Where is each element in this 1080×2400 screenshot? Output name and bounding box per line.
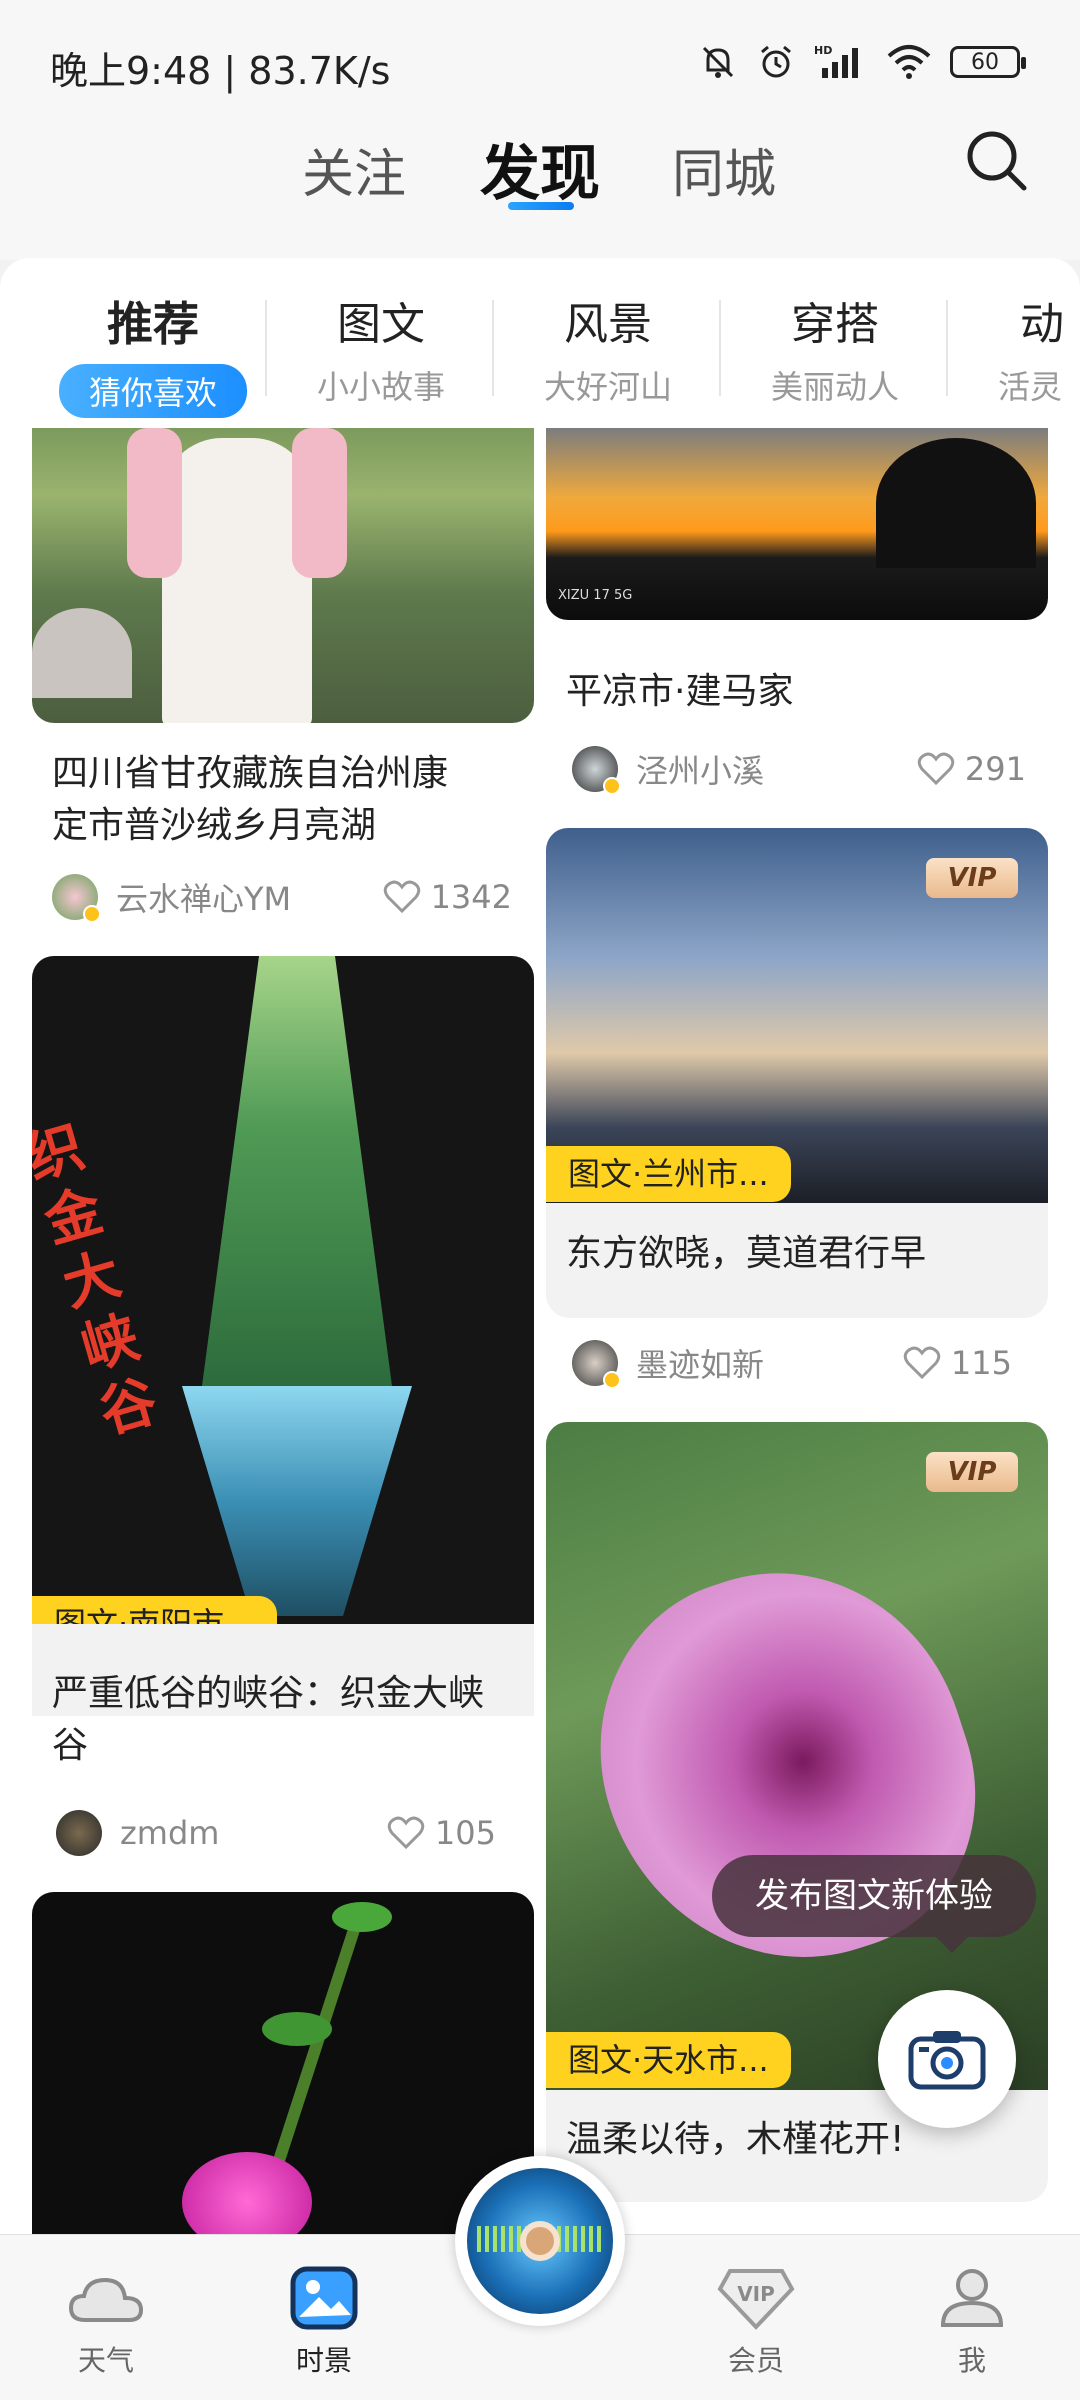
vip-badge: VIP	[926, 858, 1018, 898]
disc-center	[520, 2221, 560, 2261]
category-graphic[interactable]: 图文 小小故事	[268, 288, 494, 408]
dress-figure	[162, 438, 312, 723]
card-meta: 墨迹如新 115	[572, 1338, 1012, 1389]
canyon-opening	[202, 956, 392, 1386]
username[interactable]: 泾州小溪	[636, 746, 764, 792]
tab-discover[interactable]: 发现	[480, 125, 600, 212]
category-recommend[interactable]: 推荐 猜你喜欢	[40, 288, 266, 418]
disc-visual	[467, 2168, 613, 2314]
nav-scenery[interactable]: 时景	[254, 2263, 394, 2379]
feed-card[interactable]: XIZU 17 5G 平凉市·建马家 泾州小溪 291	[546, 428, 1048, 798]
nav-vip[interactable]: VIP 会员	[686, 2263, 826, 2379]
svg-text:HD: HD	[814, 44, 832, 57]
card-title: 平凉市·建马家	[566, 671, 794, 712]
avatar[interactable]	[572, 1340, 621, 1389]
rock	[32, 608, 132, 698]
signal-icon: HD	[814, 44, 858, 78]
tab-follow[interactable]: 关注	[302, 132, 406, 207]
feed-card[interactable]	[32, 1892, 534, 2240]
avatar[interactable]	[572, 746, 621, 795]
like-button[interactable]: 1342	[383, 878, 512, 916]
camera-button[interactable]	[878, 1990, 1016, 2128]
camera-icon	[908, 2031, 986, 2090]
top-tabs: 关注 发现 同城	[0, 120, 1080, 260]
card-tag: 图文·兰州市...	[546, 1146, 791, 1202]
category-scenery[interactable]: 风景 大好河山	[495, 288, 721, 408]
canyon-reflection	[182, 1386, 412, 1616]
card-meta: 泾州小溪 291	[572, 744, 1026, 795]
search-icon[interactable]	[962, 126, 1032, 196]
category-divider	[719, 300, 721, 396]
svg-text:VIP: VIP	[737, 2282, 775, 2306]
tab-local[interactable]: 同城	[672, 132, 776, 207]
card-image: 织金大峡谷 图文·南阳市...	[32, 956, 534, 1671]
heart-icon	[387, 1816, 425, 1850]
username[interactable]: 墨迹如新	[636, 1340, 764, 1386]
username[interactable]: zmdm	[120, 1814, 219, 1852]
scenery-icon	[284, 2263, 364, 2333]
card-title: 严重低谷的峡谷：织金大峡 谷	[52, 1673, 485, 1766]
image-caption: 织金大峡谷	[32, 1114, 165, 1447]
card-image: VIP 图文·天水市...	[546, 1422, 1048, 2090]
status-time: 晚上9:48 | 83.7K/s	[50, 49, 391, 93]
tab-underline	[508, 202, 574, 210]
category-divider	[492, 300, 494, 396]
photo-watermark: XIZU 17 5G	[558, 588, 633, 603]
category-divider	[946, 300, 948, 396]
category-more[interactable]: 动 活灵	[960, 288, 1080, 408]
category-divider	[265, 300, 267, 396]
nav-me[interactable]: 我	[902, 2263, 1042, 2379]
username[interactable]: 云水禅心YM	[116, 874, 291, 920]
avatar[interactable]	[52, 874, 101, 923]
card-title: 东方欲晓，莫道君行早	[566, 1233, 927, 1274]
feed: 四川省甘孜藏族自治州康 定市普沙绒乡月亮湖 云水禅心YM 1342 织金大峡谷 …	[0, 428, 1080, 2240]
status-bar: 晚上9:48 | 83.7K/s HD 60	[0, 0, 1080, 120]
pink-sleeve	[292, 428, 347, 578]
like-button[interactable]: 115	[903, 1344, 1012, 1382]
cloud-icon	[66, 2263, 146, 2333]
like-button[interactable]: 291	[917, 750, 1026, 788]
wifi-icon	[887, 45, 931, 79]
feed-card[interactable]: 四川省甘孜藏族自治州康 定市普沙绒乡月亮湖 云水禅心YM 1342	[32, 428, 534, 948]
battery-icon: 60	[950, 46, 1026, 78]
heart-icon	[903, 1346, 941, 1380]
card-image: XIZU 17 5G	[546, 428, 1048, 620]
card-image: VIP 图文·兰州市...	[546, 828, 1048, 1203]
card-meta: zmdm 105	[56, 1808, 496, 1858]
mute-bell-icon	[702, 46, 734, 78]
like-button[interactable]: 105	[387, 1814, 496, 1852]
status-icons: HD 60	[698, 42, 1026, 82]
feed-card[interactable]: VIP 图文·兰州市... 东方欲晓，莫道君行早	[546, 828, 1048, 1318]
card-title: 四川省甘孜藏族自治州康 定市普沙绒乡月亮湖	[52, 753, 449, 846]
heart-icon	[917, 752, 955, 786]
feed-card[interactable]: 织金大峡谷 图文·南阳市...	[32, 956, 534, 1716]
leaf	[262, 2012, 332, 2046]
publish-tooltip: 发布图文新体验	[712, 1855, 1036, 1953]
alarm-icon	[761, 45, 791, 78]
person-icon	[932, 2263, 1012, 2333]
vip-badge: VIP	[926, 1452, 1018, 1492]
vip-diamond-icon: VIP	[716, 2263, 796, 2333]
card-tag: 图文·天水市...	[546, 2032, 791, 2088]
leaf	[332, 1902, 392, 1932]
flower	[182, 2152, 312, 2240]
pink-sleeve	[127, 428, 182, 578]
tree-silhouette	[876, 438, 1036, 568]
card-image	[32, 428, 534, 723]
category-row: 推荐 猜你喜欢 图文 小小故事 风景 大好河山 穿搭 美丽动人 动 活灵	[0, 258, 1080, 428]
category-outfit[interactable]: 穿搭 美丽动人	[722, 288, 948, 408]
nav-weather[interactable]: 天气	[36, 2263, 176, 2379]
center-play-disc[interactable]	[455, 2156, 625, 2326]
card-meta: 云水禅心YM 1342	[52, 872, 512, 923]
avatar[interactable]	[56, 1810, 102, 1856]
heart-icon	[383, 880, 420, 914]
